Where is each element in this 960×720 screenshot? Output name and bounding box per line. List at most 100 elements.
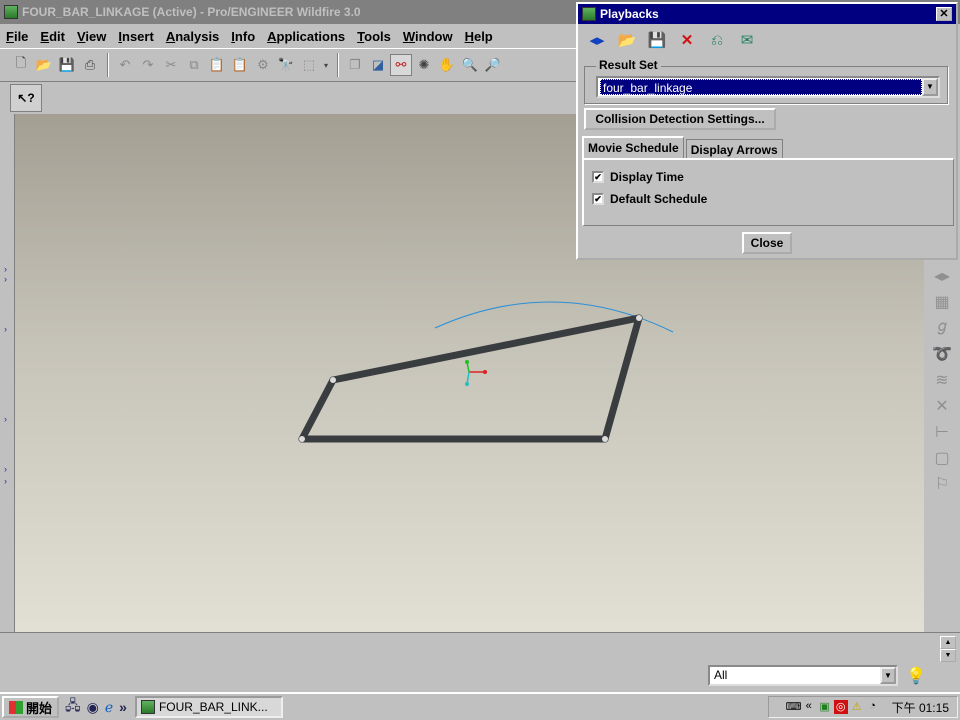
checkmark-icon[interactable]: ✔ [592,193,604,205]
warning-icon[interactable]: ⚠ [850,700,864,714]
joint-pin[interactable] [299,436,305,442]
expand-arrow-icon[interactable]: › [4,264,7,274]
quicklaunch-desktop-icon[interactable]: 🖧 [65,695,81,719]
save-icon[interactable]: 💾 [56,54,78,76]
start-button[interactable]: 開始 [2,696,60,718]
dialog-title-bar[interactable]: Playbacks ✕ [578,4,956,24]
tab-movie-schedule[interactable]: Movie Schedule [582,136,684,158]
export-icon[interactable]: ✉ [736,30,758,50]
menu-insert[interactable]: Insert [118,29,153,44]
joint-pin[interactable] [636,315,642,321]
zoom-in-icon[interactable]: 🔍 [459,54,481,76]
menu-file[interactable]: File [6,29,28,44]
spring-icon[interactable]: ➰ [929,344,955,366]
selection-filter-select[interactable]: All ▼ [708,665,898,686]
chevron-right-icon[interactable]: » [119,699,127,715]
volume-icon[interactable]: ◔ [866,700,880,714]
analysis-icon[interactable]: ▦ [929,292,955,314]
save-icon[interactable]: 💾 [646,30,668,50]
expand-arrow-icon[interactable]: › [4,324,7,334]
expand-arrow-icon[interactable]: › [4,464,7,474]
paste-icon[interactable]: 📋 [206,54,228,76]
connection-icon[interactable]: ⊢ [929,422,955,444]
display-time-label: Display Time [610,170,684,184]
scroll-up-icon[interactable]: ▲ [940,636,956,649]
menu-view[interactable]: View [77,29,106,44]
menu-tools[interactable]: Tools [357,29,391,44]
menu-edit[interactable]: Edit [40,29,65,44]
print-icon[interactable]: ⎙ [79,54,101,76]
damper-icon[interactable]: ≋ [929,370,955,392]
delete-icon[interactable]: ✕ [676,30,698,50]
antivirus-icon[interactable]: ◎ [833,700,848,714]
network-icon[interactable]: ▣ [818,700,832,714]
menu-applications[interactable]: Applications [267,29,345,44]
menu-window[interactable]: Window [403,29,453,44]
redo-icon[interactable]: ↷ [137,54,159,76]
lightbulb-icon[interactable]: 💡 [906,666,926,686]
output-link-bar[interactable] [601,314,643,443]
select-box-icon[interactable]: ⬚ [298,54,320,76]
expand-arrow-icon[interactable]: › [4,414,7,424]
zoom-out-icon[interactable]: 🔎 [482,54,504,76]
toolbar-separator [337,53,339,77]
chevron-down-icon[interactable]: ▼ [922,78,938,96]
cut-icon[interactable]: ✂ [160,54,182,76]
paste-special-icon[interactable]: 📋 [229,54,251,76]
gravity-icon[interactable]: 𝑔 [929,318,955,340]
chevron-left-icon[interactable]: « [802,700,816,714]
result-set-label: Result Set [596,58,661,72]
display-time-checkbox[interactable]: ✔ Display Time [592,170,684,184]
servo-motor-icon[interactable]: ◂▸ [929,266,955,288]
force-icon[interactable]: ✕ [929,396,955,418]
menu-analysis[interactable]: Analysis [166,29,219,44]
quicklaunch-browser-icon[interactable]: ℯ [105,699,113,716]
joint-pin[interactable] [602,436,608,442]
main-toolbar: 🗋 📂 💾 ⎙ ↶ ↷ ✂ ⧉ 📋 📋 ⚙ 🔭 ⬚ ▾ ❐ ◪ ⚯ ✺ ✋ 🔍 … [0,48,580,82]
open-folder-icon[interactable]: 📂 [616,30,638,50]
playback-icon[interactable]: ⚐ [929,474,955,496]
menu-help[interactable]: Help [465,29,493,44]
dropdown-arrow-icon[interactable]: ▾ [321,54,331,76]
message-scroll[interactable]: ▲ ▼ [940,636,956,662]
expand-arrow-icon[interactable]: › [4,274,7,284]
mechanism-icon[interactable]: ⚯ [390,54,412,76]
pan-hand-icon[interactable]: ✋ [436,54,458,76]
find-icon[interactable]: 🔭 [275,54,297,76]
new-file-icon[interactable]: 🗋 [10,54,32,76]
checkmark-icon[interactable]: ✔ [592,171,604,183]
copy-icon[interactable]: ⧉ [183,54,205,76]
mass-properties-icon[interactable]: ▢ [929,448,955,470]
close-button[interactable]: Close [742,232,792,254]
default-schedule-label: Default Schedule [610,192,708,206]
default-schedule-checkbox[interactable]: ✔ Default Schedule [592,192,707,206]
joint-pin[interactable] [330,377,336,383]
scroll-down-icon[interactable]: ▼ [940,649,956,662]
quicklaunch-media-icon[interactable]: ◉ [87,699,99,716]
windows-logo-icon [9,700,23,714]
spin-center-icon[interactable]: ✺ [413,54,435,76]
play-icon[interactable]: ◂▸ [586,30,608,50]
expand-arrow-icon[interactable]: › [4,476,7,486]
proe-task-icon [140,700,155,714]
clock: 下午 01:15 [891,700,949,715]
collision-detection-button[interactable]: Collision Detection Settings... [584,108,776,130]
taskbar-item-proe[interactable]: FOUR_BAR_LINK... [134,696,283,718]
chevron-down-icon[interactable]: ▼ [880,667,896,684]
undo-icon[interactable]: ↶ [114,54,136,76]
menu-info[interactable]: Info [231,29,255,44]
context-help-button[interactable]: ↖? [10,84,42,112]
keyboard-icon[interactable]: ⌨ [786,700,802,714]
tab-display-arrows[interactable]: Display Arrows [685,139,783,158]
filter-value: All [714,668,728,682]
dialog-title: Playbacks [600,7,659,21]
regenerate-icon[interactable]: ⚙ [252,54,274,76]
playbacks-dialog: Playbacks ✕ ◂▸ 📂 💾 ✕ ⎌ ✉ Result Set four… [576,2,958,260]
result-set-select[interactable]: four_bar_linkage ▼ [596,76,940,98]
open-folder-icon[interactable]: 📂 [33,54,55,76]
input-link-bar[interactable] [298,376,337,443]
restore-icon[interactable]: ⎌ [706,30,728,50]
close-icon[interactable]: ✕ [936,7,952,21]
repaint-icon[interactable]: ◪ [367,54,389,76]
windows-icon[interactable]: ❐ [344,54,366,76]
